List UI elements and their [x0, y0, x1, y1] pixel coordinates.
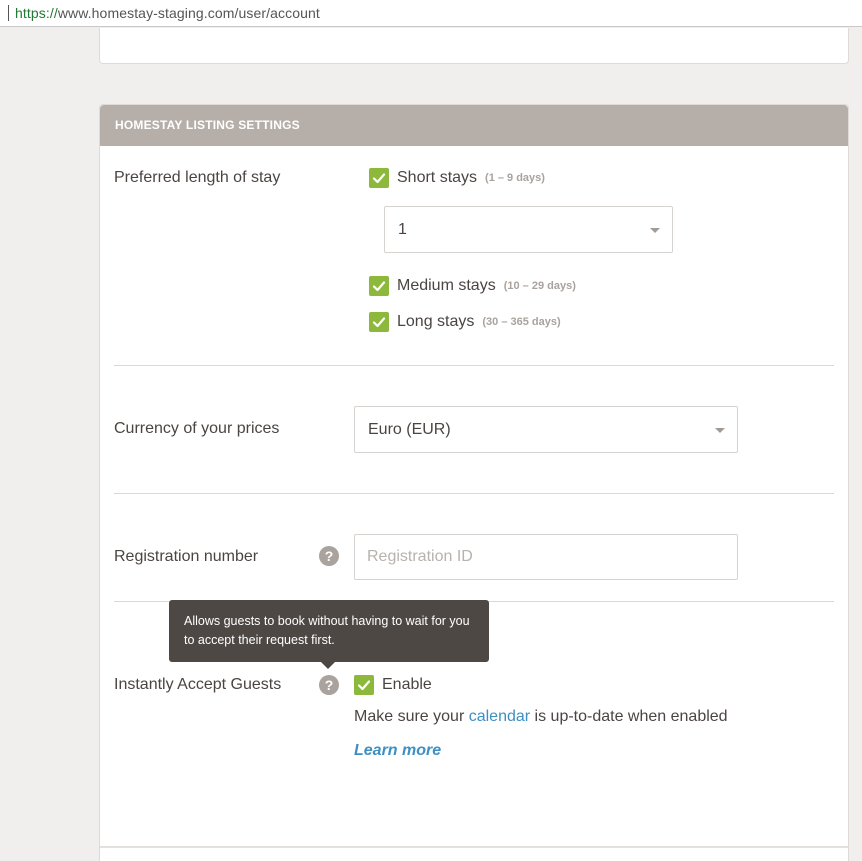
- instant-accept-checkbox[interactable]: [354, 675, 374, 695]
- instant-accept-enable-label: Enable: [382, 676, 432, 693]
- short-stays-range: (1 – 9 days): [485, 172, 545, 184]
- section-divider: [114, 493, 834, 494]
- instant-accept-tooltip: Allows guests to book without having to …: [169, 600, 489, 669]
- long-stays-label: Long stays: [397, 313, 475, 330]
- calendar-link[interactable]: calendar: [469, 708, 530, 725]
- currency-label: Currency of your prices: [114, 420, 280, 437]
- check-icon: [357, 680, 371, 691]
- registration-label: Registration number: [114, 548, 259, 565]
- instant-accept-option[interactable]: Enable: [354, 675, 432, 695]
- medium-stays-checkbox[interactable]: [369, 276, 389, 296]
- url-scheme: https://: [15, 5, 58, 21]
- medium-stays-label: Medium stays: [397, 277, 496, 294]
- question-icon[interactable]: ?: [319, 546, 339, 566]
- check-icon: [372, 281, 386, 292]
- instant-accept-label: Instantly Accept Guests: [114, 676, 282, 693]
- url-text[interactable]: https://www.homestay-staging.com/user/ac…: [15, 5, 320, 21]
- check-icon: [372, 173, 386, 184]
- long-stays-range: (30 – 365 days): [482, 316, 561, 328]
- question-icon[interactable]: ?: [319, 675, 339, 695]
- currency-value: Euro (EUR): [368, 420, 451, 438]
- section-divider: [114, 365, 834, 366]
- previous-card: [99, 28, 849, 64]
- short-stays-option[interactable]: Short stays (1 – 9 days): [369, 168, 545, 188]
- short-stays-checkbox[interactable]: [369, 168, 389, 188]
- text-cursor: [8, 5, 9, 21]
- calendar-note: Make sure your calendar is up-to-date wh…: [354, 708, 728, 726]
- stay-length-label: Preferred length of stay: [114, 169, 281, 186]
- check-icon: [372, 317, 386, 328]
- min-nights-value: 1: [398, 220, 407, 238]
- registration-input[interactable]: Registration ID: [354, 534, 738, 580]
- caret-down-icon: [650, 227, 660, 233]
- browser-address-bar[interactable]: https://www.homestay-staging.com/user/ac…: [0, 0, 862, 27]
- note-text-after: is up-to-date when enabled: [530, 708, 728, 725]
- currency-select[interactable]: Euro (EUR): [354, 406, 738, 453]
- caret-down-icon: [715, 427, 725, 433]
- learn-more-link[interactable]: Learn more: [354, 742, 441, 760]
- short-stays-label: Short stays: [397, 169, 478, 186]
- panel-footer-divider: [100, 846, 848, 848]
- long-stays-option[interactable]: Long stays (30 – 365 days): [369, 312, 561, 332]
- medium-stays-range: (10 – 29 days): [503, 280, 576, 292]
- long-stays-checkbox[interactable]: [369, 312, 389, 332]
- panel-title: HOMESTAY LISTING SETTINGS: [100, 105, 848, 146]
- medium-stays-option[interactable]: Medium stays (10 – 29 days): [369, 276, 576, 296]
- url-path: www.homestay-staging.com/user/account: [57, 5, 320, 21]
- short-stays-min-nights-select[interactable]: 1: [384, 206, 673, 253]
- note-text-before: Make sure your: [354, 708, 469, 725]
